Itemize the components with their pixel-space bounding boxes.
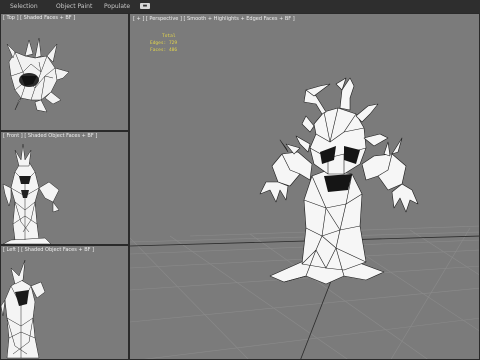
perspective-scene (130, 77, 479, 359)
ribbon-menubar: Selection Object Paint Populate ▬ (0, 0, 480, 14)
viewport-perspective[interactable]: [ + ] [ Perspective ] [ Smooth + Highlig… (129, 13, 480, 360)
model-left-view (1, 259, 46, 359)
menu-selection[interactable]: Selection (10, 1, 38, 12)
menu-object-paint[interactable]: Object Paint (56, 1, 92, 12)
viewport-front[interactable]: [ Front ] [ Shaded Object Faces + BF ] (0, 131, 129, 245)
model-top-view (6, 37, 70, 113)
model-front-view (2, 143, 60, 244)
viewport-top[interactable]: [ Top ] [ Shaded Faces + BF ] (0, 13, 129, 131)
display-toggle-icon[interactable]: ▬ (140, 3, 150, 9)
viewport-left[interactable]: [ Left ] [ Shaded Object Faces + BF ] (0, 245, 129, 360)
menu-populate[interactable]: Populate (104, 1, 130, 12)
